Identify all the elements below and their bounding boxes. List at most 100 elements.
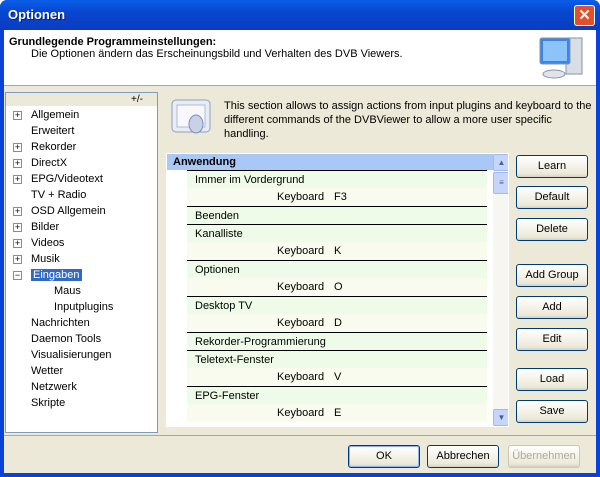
- tree-item-label: Nachrichten: [31, 317, 90, 329]
- key-binding-row[interactable]: Keyboard F3: [187, 188, 487, 206]
- binding-device: Keyboard: [277, 245, 325, 257]
- tree-item[interactable]: TV + Radio: [31, 188, 86, 203]
- binding-device: Keyboard: [277, 317, 325, 329]
- add-group-button[interactable]: Add Group: [516, 264, 588, 287]
- scroll-up-button[interactable]: ▲: [493, 154, 508, 171]
- binding-device: Keyboard: [277, 407, 325, 419]
- input-device-icon: [171, 99, 211, 134]
- title-bar: Optionen ✕: [0, 0, 600, 30]
- section-description: This section allows to assign actions fr…: [224, 100, 592, 140]
- close-button[interactable]: ✕: [574, 5, 595, 26]
- command-row[interactable]: Optionen: [187, 260, 487, 278]
- command-name: Teletext-Fenster: [195, 354, 274, 366]
- binding-key: V: [334, 371, 342, 383]
- collapse-icon[interactable]: −: [13, 271, 22, 280]
- command-name: Rekorder-Programmierung: [195, 336, 326, 348]
- key-binding-row[interactable]: Keyboard D: [187, 314, 487, 332]
- command-name: Optionen: [195, 264, 240, 276]
- delete-button[interactable]: Delete: [516, 218, 588, 241]
- tree-item-label: Bilder: [31, 221, 60, 233]
- key-binding-row[interactable]: Keyboard V: [187, 368, 487, 386]
- default-button[interactable]: Default: [516, 186, 588, 209]
- tree-item[interactable]: Nachrichten: [31, 316, 90, 331]
- tree-item[interactable]: Wetter: [31, 364, 63, 379]
- command-row[interactable]: Beenden: [187, 206, 487, 224]
- tree-item-label: Skripte: [31, 397, 66, 409]
- apply-button[interactable]: Übernehmen: [508, 445, 580, 468]
- edit-button[interactable]: Edit: [516, 328, 588, 351]
- binding-device: Keyboard: [277, 191, 325, 203]
- tree-item-label: Inputplugins: [54, 301, 114, 313]
- tree-item[interactable]: Maus: [54, 284, 81, 299]
- binding-key: E: [334, 407, 342, 419]
- expand-icon[interactable]: +: [13, 143, 22, 152]
- command-row[interactable]: Immer im Vordergrund: [187, 170, 487, 188]
- tree-item[interactable]: Eingaben: [31, 268, 82, 283]
- key-assignment-list[interactable]: Anwendung Immer im Vordergrund Keyboard F3…: [166, 153, 509, 427]
- tree-item[interactable]: DirectX: [31, 156, 67, 171]
- tree-item[interactable]: Erweitert: [31, 124, 74, 139]
- key-binding-row[interactable]: Keyboard E: [187, 404, 487, 422]
- expand-icon[interactable]: +: [13, 255, 22, 264]
- options-window: Optionen ✕ Grundlegende Programmeinstell…: [0, 0, 600, 477]
- binding-device: Keyboard: [277, 371, 325, 383]
- learn-button[interactable]: Learn: [516, 155, 588, 178]
- save-button[interactable]: Save: [516, 400, 588, 423]
- expand-icon[interactable]: +: [13, 223, 22, 232]
- tree-item-label: Wetter: [31, 365, 64, 377]
- cancel-button[interactable]: Abbrechen: [427, 445, 499, 468]
- tree-item[interactable]: Musik: [31, 252, 60, 267]
- header-panel: Grundlegende Programmeinstellungen: Die …: [4, 30, 596, 86]
- tree-item[interactable]: Skripte: [31, 396, 65, 411]
- tree-item-label: OSD Allgemein: [31, 205, 106, 217]
- vertical-scrollbar[interactable]: ▲ ≡ ▼: [493, 154, 508, 426]
- command-row[interactable]: Kanalliste: [187, 224, 487, 242]
- tree-item[interactable]: Inputplugins: [54, 300, 113, 315]
- expand-icon[interactable]: +: [13, 207, 22, 216]
- key-binding-row[interactable]: Keyboard K: [187, 242, 487, 260]
- command-row[interactable]: Desktop TV: [187, 296, 487, 314]
- tree-item-label: Allgemein: [31, 109, 80, 121]
- command-name: Desktop TV: [195, 300, 253, 312]
- binding-key: D: [334, 317, 342, 329]
- tree-item[interactable]: Daemon Tools: [31, 332, 101, 347]
- expand-icon[interactable]: +: [13, 111, 22, 120]
- load-button[interactable]: Load: [516, 368, 588, 391]
- tree-item[interactable]: OSD Allgemein: [31, 204, 106, 219]
- group-header[interactable]: Anwendung: [167, 154, 508, 170]
- expand-icon[interactable]: +: [13, 175, 22, 184]
- command-row[interactable]: Teletext-Fenster: [187, 350, 487, 368]
- command-name: Immer im Vordergrund: [195, 174, 305, 186]
- tree-item[interactable]: Visualisierungen: [31, 348, 112, 363]
- scroll-down-button[interactable]: ▼: [493, 409, 508, 426]
- tree-item-label: Maus: [54, 285, 81, 297]
- tree-item[interactable]: Rekorder: [31, 140, 76, 155]
- scroll-thumb[interactable]: ≡: [493, 172, 508, 194]
- computer-icon: [539, 37, 583, 79]
- window-title: Optionen: [8, 7, 66, 22]
- add-button[interactable]: Add: [516, 296, 588, 319]
- tree-item-label: Videos: [31, 237, 65, 249]
- binding-key: O: [334, 281, 343, 293]
- expand-icon[interactable]: +: [13, 159, 22, 168]
- tree-item[interactable]: Netzwerk: [31, 380, 77, 395]
- tree-item-label: TV + Radio: [31, 189, 87, 201]
- options-tree[interactable]: +/- Allgemein + Erweitert Rekorder + DirectX +…: [5, 92, 158, 433]
- tree-item[interactable]: Videos: [31, 236, 64, 251]
- header-subtitle: Die Optionen ändern das Erscheinungsbild…: [31, 48, 403, 60]
- key-binding-row[interactable]: Keyboard O: [187, 278, 487, 296]
- tree-item[interactable]: Allgemein: [31, 108, 79, 123]
- tree-item[interactable]: Bilder: [31, 220, 59, 235]
- command-name: Beenden: [195, 210, 240, 222]
- header-title: Grundlegende Programmeinstellungen:: [9, 36, 217, 48]
- expand-collapse-all[interactable]: +/-: [6, 93, 157, 106]
- binding-device: Keyboard: [277, 281, 325, 293]
- command-row[interactable]: EPG-Fenster: [187, 386, 487, 404]
- tree-item[interactable]: EPG/Videotext: [31, 172, 103, 187]
- command-name: EPG-Fenster: [195, 390, 260, 402]
- ok-button[interactable]: OK: [348, 445, 420, 468]
- expand-icon[interactable]: +: [13, 239, 22, 248]
- command-row[interactable]: Rekorder-Programmierung: [187, 332, 487, 350]
- tree-item-label: Rekorder: [31, 141, 77, 153]
- footer-divider: [4, 435, 596, 436]
